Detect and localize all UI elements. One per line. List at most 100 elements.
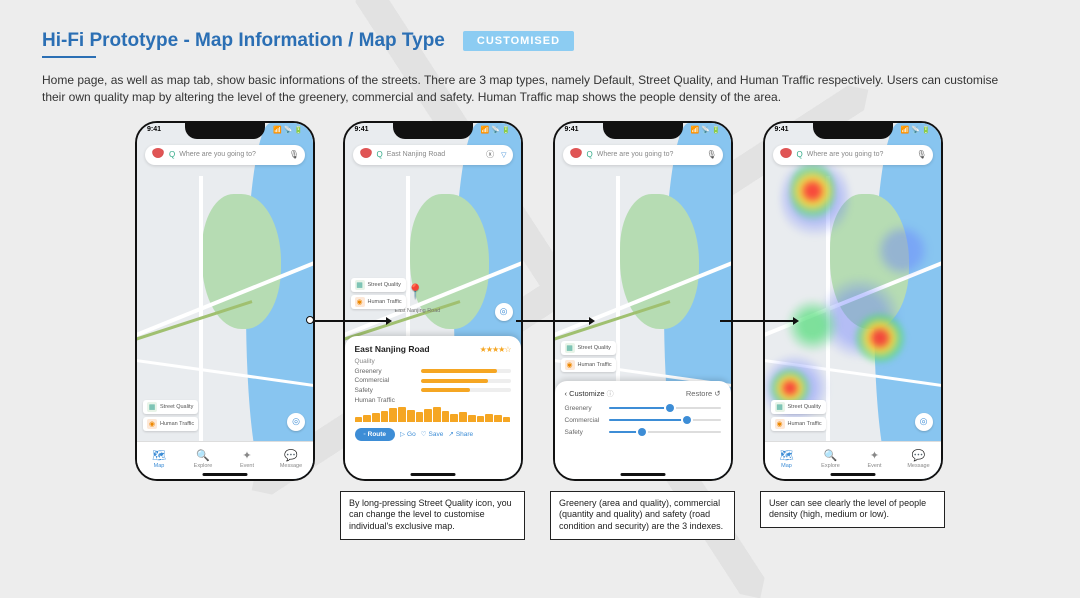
- home-indicator: [620, 473, 665, 476]
- customize-panel: ‹ Customize ⓘ Restore ↺ Greenery Commerc…: [555, 381, 731, 479]
- caption-3: Greenery (area and quality), commercial …: [550, 491, 735, 540]
- greenery-bar: [421, 369, 511, 373]
- search-bar[interactable]: Q Where are you going to? 🎙: [145, 145, 305, 165]
- customize-back[interactable]: ‹ Customize ⓘ: [565, 389, 614, 399]
- home-indicator: [830, 473, 875, 476]
- nav-map[interactable]: 🗺Map: [765, 442, 809, 479]
- filter-icon[interactable]: ▽: [501, 151, 506, 159]
- search-bar[interactable]: Q Where are you going to? 🎙: [773, 145, 933, 165]
- page-title: Hi-Fi Prototype - Map Information / Map …: [42, 30, 445, 52]
- search-icon: Q: [169, 150, 175, 159]
- title-underline: [42, 56, 96, 58]
- phone-notch: [393, 123, 473, 139]
- slider-greenery[interactable]: Greenery: [565, 405, 721, 412]
- search-placeholder: Where are you going to?: [179, 151, 256, 158]
- chip-human-traffic[interactable]: ◉Human Traffic: [561, 358, 616, 372]
- mic-icon[interactable]: 🎙: [289, 150, 299, 159]
- message-icon: 💬: [284, 451, 298, 462]
- arrow-head-icon: [793, 317, 799, 325]
- search-icon: Q: [797, 150, 803, 159]
- street-quality-icon: ▦: [775, 402, 785, 412]
- status-icons: 📶 📡 🔋: [273, 126, 303, 134]
- home-indicator: [203, 473, 248, 476]
- route-button[interactable]: ◦ Route: [355, 428, 396, 441]
- explore-icon: 🔍: [824, 451, 838, 462]
- avatar-icon[interactable]: [569, 148, 583, 162]
- flow-arrow: [516, 320, 591, 322]
- nav-map[interactable]: 🗺Map: [137, 442, 181, 479]
- chip-human-traffic[interactable]: ◉ Human Traffic: [143, 417, 198, 431]
- rating-stars: ★★★★☆: [480, 345, 511, 354]
- chip-label: Street Quality: [160, 404, 193, 410]
- chip-street-quality[interactable]: ▦Street Quality: [771, 400, 826, 414]
- info-title: East Nanjing Road: [355, 344, 430, 354]
- chip-street-quality[interactable]: ▦Street Quality: [561, 341, 616, 355]
- event-icon: ✦: [242, 451, 251, 462]
- human-traffic-label: Human Traffic: [355, 397, 511, 404]
- explore-icon: 🔍: [196, 451, 210, 462]
- phone-notch: [813, 123, 893, 139]
- street-quality-icon: ▦: [147, 402, 157, 412]
- flow-dot: [306, 316, 314, 324]
- share-button[interactable]: ↗ Share: [448, 430, 473, 438]
- flow-arrow: [313, 320, 388, 322]
- go-button[interactable]: ▷ Go: [400, 430, 416, 438]
- restore-button[interactable]: Restore ↺: [686, 389, 721, 399]
- phone-notch: [185, 123, 265, 139]
- home-indicator: [410, 473, 455, 476]
- search-icon: Q: [377, 150, 383, 159]
- location-pin-icon[interactable]: 📍: [407, 283, 424, 300]
- quality-label: Quality: [355, 358, 511, 365]
- flow-arrow: [720, 320, 795, 322]
- customised-badge: CUSTOMISED: [463, 31, 574, 51]
- chip-human-traffic[interactable]: ◉Human Traffic: [351, 295, 406, 309]
- street-info-panel: East Nanjing Road ★★★★☆ Quality Greenery…: [345, 336, 521, 479]
- mockup-screen-4: 9:41 📶 📡 🔋 Q: [763, 121, 943, 481]
- chip-label: Human Traffic: [160, 421, 194, 427]
- map-icon: 🗺: [780, 451, 794, 462]
- avatar-icon[interactable]: [779, 148, 793, 162]
- event-icon: ✦: [870, 451, 879, 462]
- phone-notch: [603, 123, 683, 139]
- search-bar[interactable]: Q East Nanjing Road ⓧ ▽: [353, 145, 513, 165]
- page-description: Home page, as well as map tab, show basi…: [42, 72, 1022, 107]
- street-quality-icon: ▦: [565, 343, 575, 353]
- human-traffic-icon: ◉: [147, 419, 157, 429]
- mockup-screen-2: 9:41 📶 📡 🔋 Q East Nanjing Road ⓧ ▽ 📍 Eas…: [343, 121, 523, 481]
- info-icon[interactable]: ⓘ: [607, 391, 614, 398]
- avatar-icon[interactable]: [151, 148, 165, 162]
- search-icon: Q: [587, 150, 593, 159]
- search-bar[interactable]: Q Where are you going to? 🎙: [563, 145, 723, 165]
- status-time: 9:41: [147, 126, 161, 134]
- map-icon: 🗺: [152, 451, 166, 462]
- save-button[interactable]: ♡ Save: [421, 430, 444, 438]
- locate-fab[interactable]: ◎: [495, 303, 513, 321]
- arrow-head-icon: [386, 317, 392, 325]
- human-traffic-icon: ◉: [775, 419, 785, 429]
- chip-street-quality[interactable]: ▦Street Quality: [351, 278, 406, 292]
- nav-message[interactable]: 💬Message: [269, 442, 313, 479]
- locate-fab[interactable]: ◎: [915, 413, 933, 431]
- mic-icon[interactable]: 🎙: [706, 150, 716, 159]
- chip-street-quality[interactable]: ▦ Street Quality: [143, 400, 198, 414]
- chip-human-traffic[interactable]: ◉Human Traffic: [771, 417, 826, 431]
- message-icon: 💬: [912, 451, 926, 462]
- commercial-bar: [421, 379, 511, 383]
- search-value: East Nanjing Road: [387, 151, 445, 158]
- caption-2: By long-pressing Street Quality icon, yo…: [340, 491, 525, 540]
- traffic-sparkline: [355, 406, 511, 422]
- safety-bar: [421, 388, 511, 392]
- human-traffic-icon: ◉: [565, 360, 575, 370]
- arrow-head-icon: [589, 317, 595, 325]
- locate-fab[interactable]: ◎: [287, 413, 305, 431]
- caption-4: User can see clearly the level of people…: [760, 491, 945, 528]
- mic-icon[interactable]: 🎙: [916, 150, 926, 159]
- human-traffic-icon: ◉: [355, 297, 365, 307]
- clear-icon[interactable]: ⓧ: [486, 149, 494, 160]
- mockup-screen-3: 9:41 📶 📡 🔋 Q Where are you going to? 🎙 ▦…: [553, 121, 733, 481]
- nav-message[interactable]: 💬Message: [897, 442, 941, 479]
- mockup-screen-1: 9:41 📶 📡 🔋 Q Where are you going to? 🎙 ▦: [135, 121, 315, 481]
- slider-safety[interactable]: Safety: [565, 429, 721, 436]
- avatar-icon[interactable]: [359, 148, 373, 162]
- slider-commercial[interactable]: Commercial: [565, 417, 721, 424]
